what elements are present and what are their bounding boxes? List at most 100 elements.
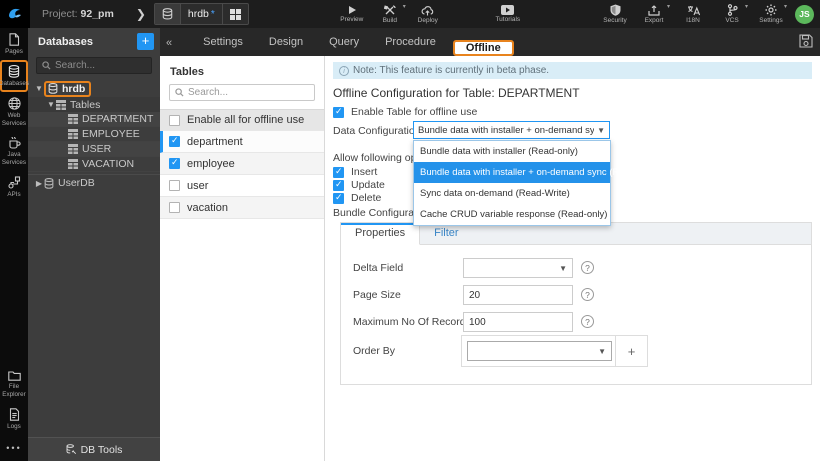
tree-node-table-employee[interactable]: EMPLOYEE (28, 127, 160, 142)
page-size-input[interactable] (469, 289, 567, 301)
more-options-icon[interactable]: ••• (6, 435, 21, 461)
branch-icon (727, 4, 738, 16)
tab-design[interactable]: Design (256, 29, 316, 56)
tree-node-table-vacation[interactable]: VACATION (28, 157, 160, 172)
sidebar-item-apis[interactable]: APIs (0, 171, 28, 203)
dropdown-option-3[interactable]: Sync data on-demand (Read-Write) (414, 183, 610, 204)
play-icon (348, 6, 356, 14)
user-checkbox[interactable] (169, 180, 180, 191)
deploy-cloud-icon (421, 5, 434, 15)
app-logo[interactable] (0, 0, 30, 28)
build-button[interactable]: ▾ Build (375, 0, 406, 28)
table-row-department[interactable]: department (160, 131, 324, 153)
collapse-panel-icon[interactable]: « (160, 37, 178, 56)
database-icon (48, 83, 58, 94)
i18n-button[interactable]: I18N (678, 0, 708, 28)
table-row-vacation[interactable]: vacation (160, 197, 324, 219)
sidebar-item-logs[interactable]: Logs (0, 403, 28, 435)
add-order-by-button[interactable]: + (615, 336, 647, 366)
collapsed-caret-icon[interactable]: ▶ (34, 179, 44, 188)
databases-search[interactable] (36, 57, 152, 74)
export-button[interactable]: ▾ Export (639, 0, 670, 28)
deploy-button[interactable]: Deploy (413, 0, 443, 28)
tree-node-table-department[interactable]: DEPARTMENT (28, 112, 160, 127)
tab-query[interactable]: Query (316, 29, 372, 56)
settings-button[interactable]: ▾ Settings (756, 0, 787, 28)
save-button[interactable] (799, 34, 813, 48)
tab-procedure[interactable]: Procedure (372, 29, 449, 56)
search-icon (175, 88, 184, 97)
tab-properties[interactable]: Properties (341, 223, 421, 245)
tree-node-tables-group[interactable]: ▼ Tables (28, 97, 160, 112)
panel-tab-strip: Properties Filter (341, 223, 811, 245)
databases-search-input[interactable] (55, 60, 145, 71)
enable-table-row[interactable]: Enable Table for offline use (333, 106, 477, 118)
offline-config-content: i Note: This feature is currently in bet… (325, 56, 820, 461)
vcs-button[interactable]: ▾ VCS (717, 0, 748, 28)
tab-filter[interactable]: Filter (420, 223, 472, 244)
operation-delete-row[interactable]: Delete (333, 192, 381, 204)
sidebar-item-java-services[interactable]: Java Services (0, 131, 28, 171)
department-checkbox[interactable] (169, 135, 180, 147)
tab-settings[interactable]: Settings (190, 29, 256, 56)
api-nodes-icon (7, 176, 20, 189)
open-document-tab-hrdb[interactable]: hrdb * (153, 3, 249, 25)
page-size-help-icon[interactable]: ? (581, 288, 594, 301)
database-tree: ▼ hrdb ▼ Tables DEPARTMENT EMPLOYEE USER… (28, 80, 160, 437)
select-caret-icon: ▼ (597, 125, 605, 135)
build-tools-icon (383, 4, 396, 14)
tables-panel-title: Tables (170, 66, 205, 78)
operation-insert-row[interactable]: Insert (333, 166, 377, 178)
order-by-select[interactable]: ▼ (467, 341, 612, 361)
beta-note-banner: i Note: This feature is currently in bet… (333, 62, 812, 79)
dashboard-grid-icon[interactable] (221, 4, 248, 24)
employee-checkbox[interactable] (169, 157, 180, 169)
databases-panel: Databases + ▼ hrdb ▼ Tables DEPARTME (28, 28, 160, 461)
data-configuration-dropdown: Bundle data with installer (Read-only) B… (413, 140, 664, 226)
data-configuration-select[interactable]: Bundle data with installer + on-demand s… (413, 121, 610, 139)
document-tab-bar: « Settings Design Query Procedure Offlin… (160, 28, 820, 56)
tab-offline-active[interactable]: Offline (452, 40, 514, 56)
video-icon (501, 5, 515, 15)
delta-field-select[interactable]: ▼ (463, 258, 573, 278)
db-tools-button[interactable]: DB Tools (28, 437, 160, 461)
sidebar-item-pages[interactable]: Pages (0, 28, 28, 60)
dropdown-option-4[interactable]: Cache CRUD variable response (Read-only) (414, 204, 610, 225)
max-records-help-icon[interactable]: ? (581, 315, 594, 328)
vacation-checkbox[interactable] (169, 202, 180, 213)
preview-button[interactable]: Preview (337, 0, 367, 28)
globe-icon (7, 97, 21, 110)
tables-search[interactable] (169, 84, 315, 101)
enable-all-row[interactable]: Enable all for offline use (160, 109, 324, 131)
insert-checkbox[interactable] (333, 166, 344, 178)
max-records-input[interactable] (469, 316, 567, 328)
dropdown-option-2-selected[interactable]: Bundle data with installer + on-demand s… (414, 162, 664, 183)
user-avatar[interactable]: JS (795, 4, 814, 24)
annotation-highlight-hrdb: hrdb (44, 80, 92, 97)
security-button[interactable]: Security (600, 0, 630, 28)
delete-checkbox[interactable] (333, 192, 344, 204)
sidebar-item-web-services[interactable]: Web Services (0, 92, 28, 132)
add-database-button[interactable]: + (137, 33, 154, 50)
tree-node-hrdb[interactable]: ▼ hrdb (28, 80, 160, 97)
enable-table-checkbox[interactable] (333, 106, 344, 118)
update-checkbox[interactable] (333, 179, 344, 191)
tutorials-button[interactable]: Tutorials (493, 0, 523, 28)
table-row-user[interactable]: user (160, 175, 324, 197)
vcs-caret-icon: ▾ (744, 4, 748, 10)
tree-node-userdb[interactable]: ▶ UserDB (28, 174, 160, 191)
enable-all-checkbox[interactable] (169, 114, 180, 126)
app-window: Project: 92_pm ❯ hrdb* Preview ▾ Build (0, 0, 820, 461)
sidebar-item-databases[interactable]: Databases (0, 59, 29, 92)
sidebar-item-file-explorer[interactable]: File Explorer (0, 365, 28, 403)
table-row-employee[interactable]: employee (160, 153, 324, 175)
tree-node-table-user[interactable]: USER (28, 142, 160, 157)
delta-field-help-icon[interactable]: ? (581, 261, 594, 274)
operation-update-row[interactable]: Update (333, 179, 385, 191)
dropdown-option-1[interactable]: Bundle data with installer (Read-only) (414, 141, 610, 162)
db-tools-icon (66, 444, 76, 455)
tables-search-input[interactable] (188, 87, 298, 98)
expand-caret-icon[interactable]: ▼ (34, 84, 44, 93)
expand-caret-icon[interactable]: ▼ (46, 100, 56, 109)
topbar-actions-left: Preview ▾ Build Deploy (337, 0, 443, 28)
